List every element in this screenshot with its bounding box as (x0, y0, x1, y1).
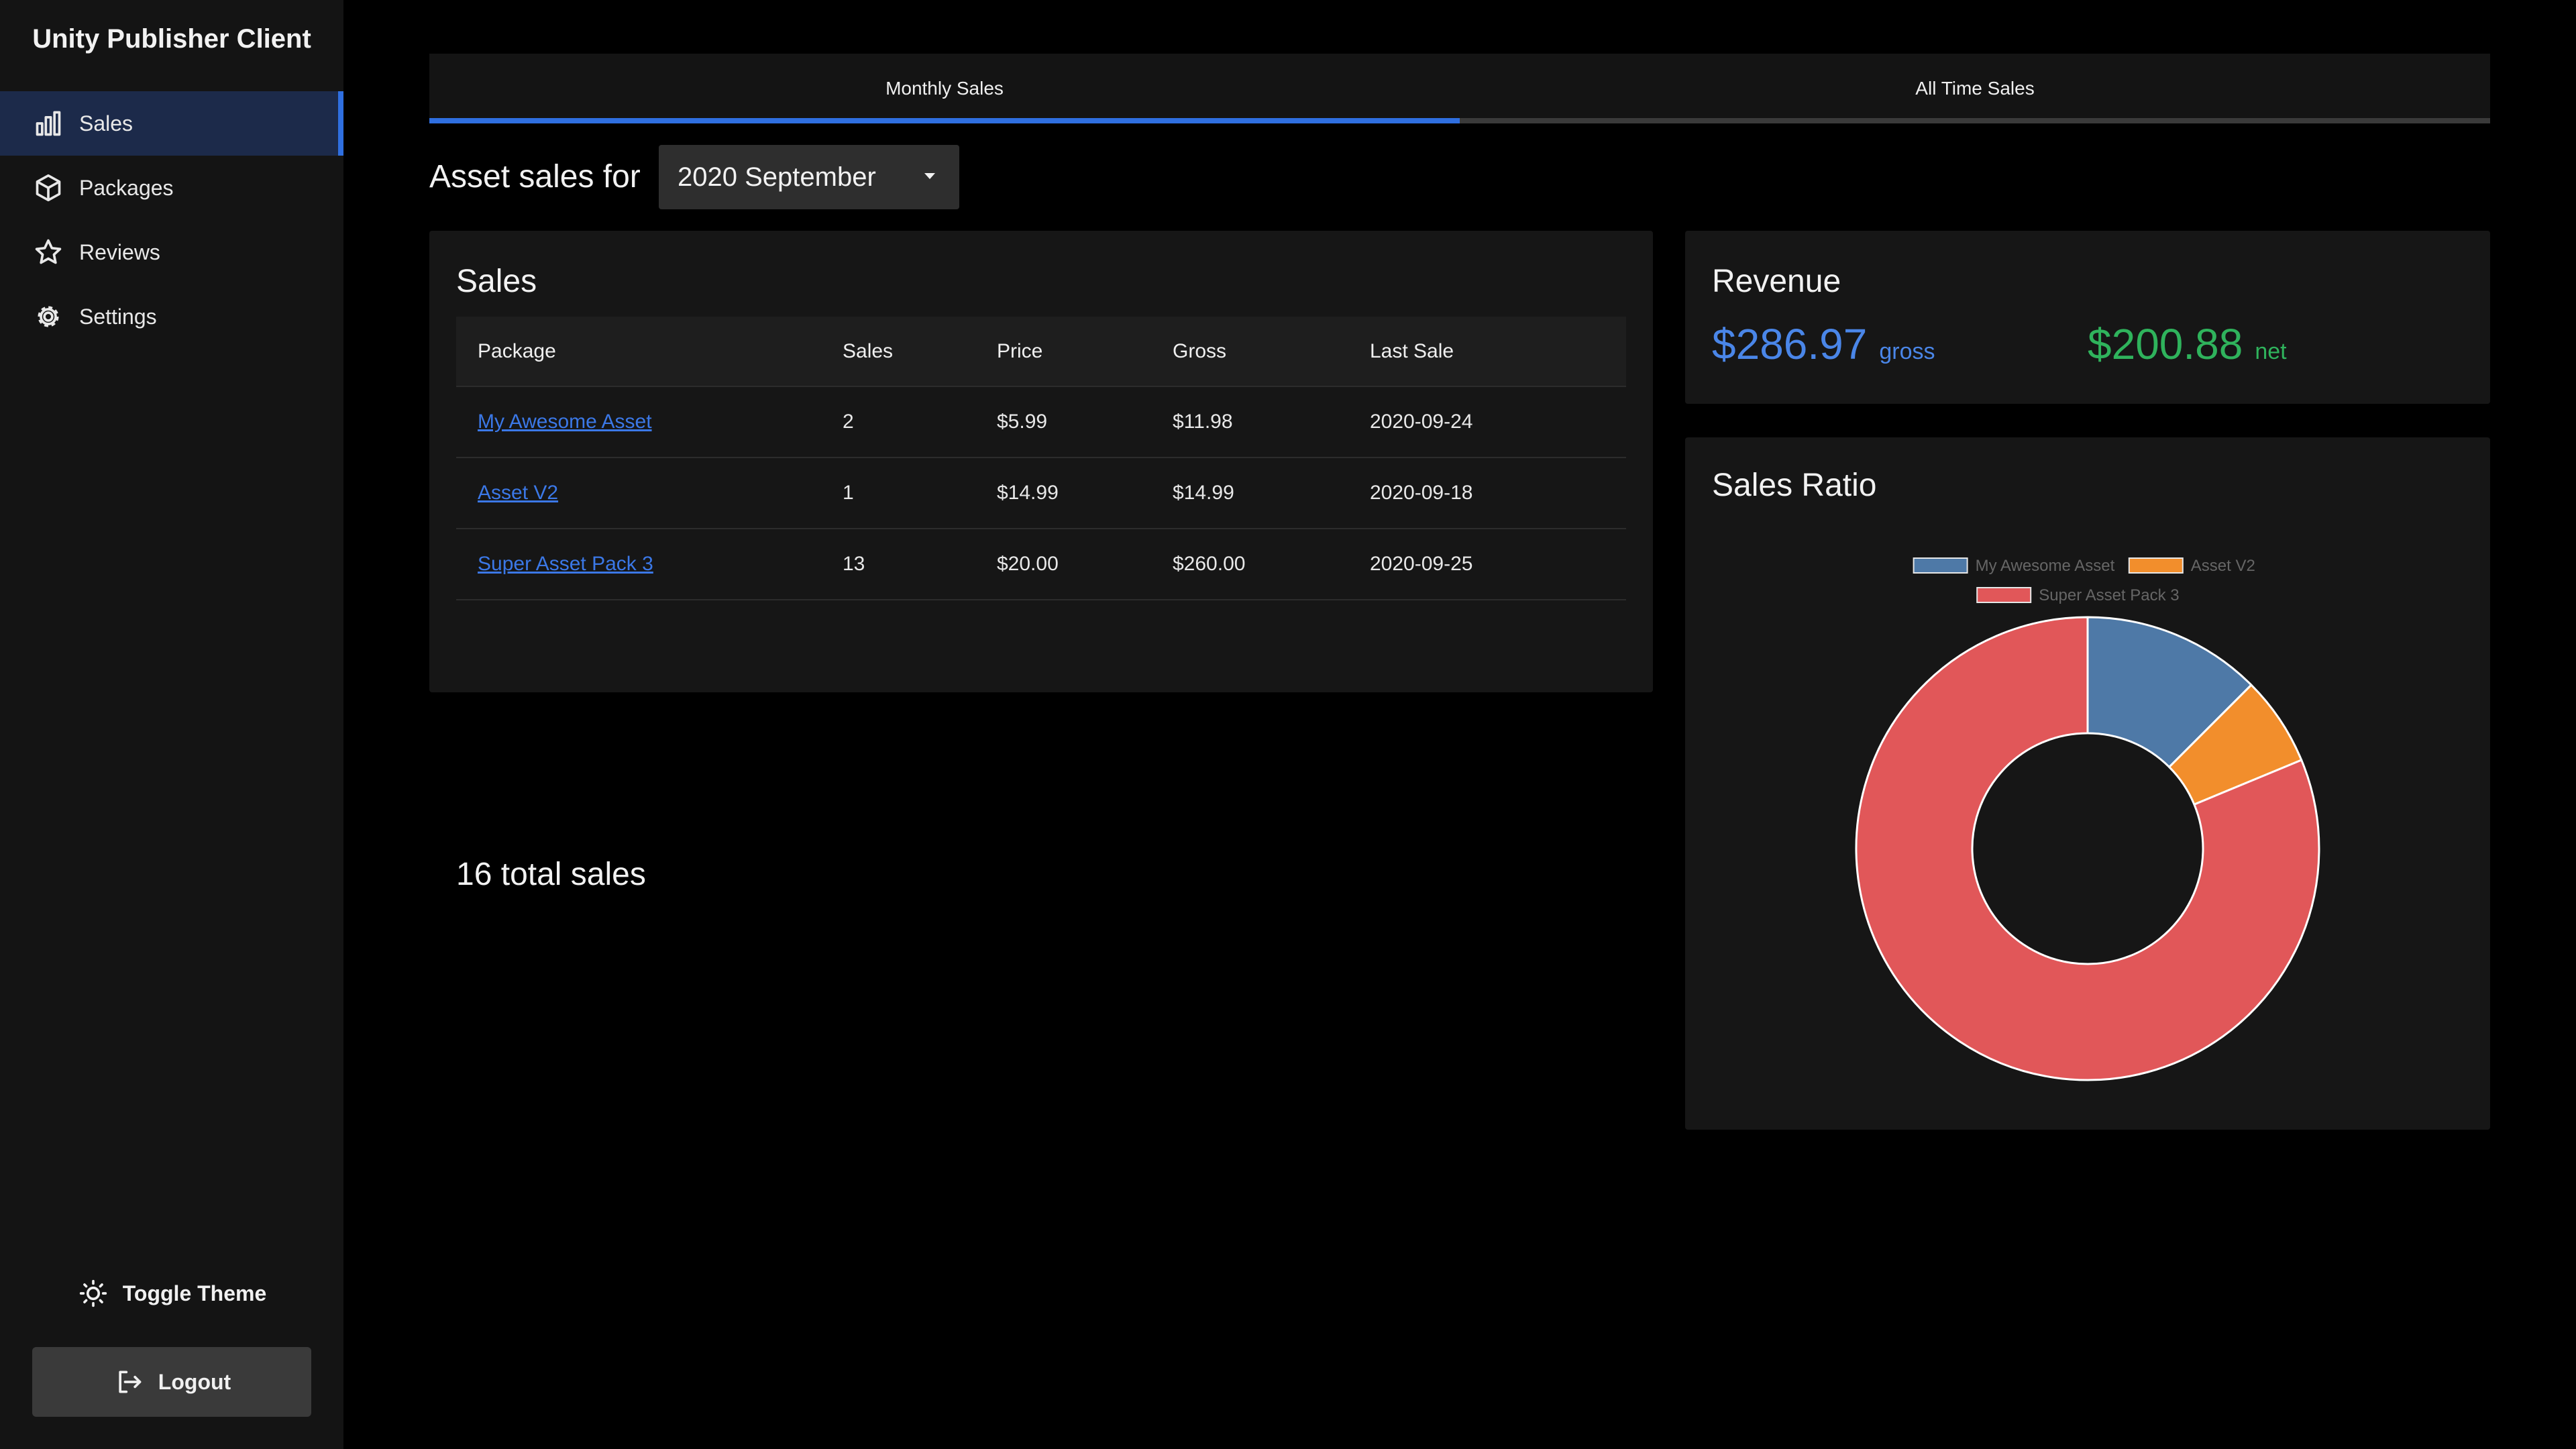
package-link[interactable]: My Awesome Asset (478, 411, 652, 433)
period-select[interactable]: 2020 September (659, 145, 959, 209)
period-select-value: 2020 September (678, 162, 876, 192)
gross-label: gross (1879, 339, 1935, 364)
last-sale-cell: 2020-09-24 (1370, 386, 1626, 458)
sidebar-item-reviews[interactable]: Reviews (0, 220, 343, 284)
toggle-theme-button[interactable]: Toggle Theme (0, 1272, 343, 1315)
bar-chart-icon (32, 107, 64, 140)
package-icon (32, 172, 64, 204)
package-link[interactable]: Asset V2 (478, 482, 558, 504)
sales-count-cell: 1 (843, 458, 997, 529)
gross-cell: $260.00 (1173, 529, 1370, 600)
sidebar-item-settings[interactable]: Settings (0, 284, 343, 349)
tab-track (429, 118, 2490, 123)
gross-cell: $11.98 (1173, 386, 1370, 458)
page-title: Asset sales for (429, 159, 641, 195)
package-link[interactable]: Super Asset Pack 3 (478, 553, 653, 575)
legend-swatch (1976, 587, 2032, 603)
net-value: $200.88 (2088, 320, 2243, 368)
gross-cell: $14.99 (1173, 458, 1370, 529)
sales-ratio-chart: My Awesome Asset Asset V2 Super Asset Pack… (1855, 557, 2320, 1081)
sidebar-item-packages[interactable]: Packages (0, 156, 343, 220)
logout-icon (113, 1366, 145, 1398)
sidebar-nav: Sales Packages Reviews Settings (0, 91, 343, 349)
sidebar-item-sales[interactable]: Sales (0, 91, 343, 156)
column-header-price: Price (997, 317, 1173, 387)
table-row: Asset V2 1 $14.99 $14.99 2020-09-18 (456, 458, 1626, 529)
tab-monthly-sales[interactable]: Monthly Sales (429, 54, 1460, 123)
price-cell: $14.99 (997, 458, 1173, 529)
legend-swatch (2128, 557, 2184, 574)
legend-label: Asset V2 (2191, 557, 2255, 575)
logout-label: Logout (158, 1369, 231, 1394)
revenue-card-title: Revenue (1712, 264, 1841, 299)
net-label: net (2255, 339, 2287, 364)
tab-active-indicator (429, 118, 1460, 123)
sidebar-item-label: Settings (79, 304, 157, 329)
sales-tabs: Monthly Sales All Time Sales (429, 54, 2490, 123)
table-header-row: Package Sales Price Gross Last Sale (456, 317, 1626, 387)
column-header-last-sale: Last Sale (1370, 317, 1626, 387)
sidebar-item-label: Reviews (79, 239, 160, 264)
legend-label: My Awesome Asset (1976, 557, 2115, 575)
column-header-gross: Gross (1173, 317, 1370, 387)
sales-count-cell: 13 (843, 529, 997, 600)
sales-card-title: Sales (456, 264, 537, 299)
net-revenue: $200.88 net (2088, 319, 2287, 369)
toggle-theme-label: Toggle Theme (122, 1281, 267, 1305)
sidebar: Unity Publisher Client Sales Packages Re… (0, 0, 343, 1449)
price-cell: $20.00 (997, 529, 1173, 600)
chevron-down-icon (924, 173, 935, 179)
table-row: My Awesome Asset 2 $5.99 $11.98 2020-09-… (456, 386, 1626, 458)
sales-count-cell: 2 (843, 386, 997, 458)
gear-icon (32, 301, 64, 333)
logout-button[interactable]: Logout (32, 1347, 311, 1417)
star-icon (32, 236, 64, 268)
sidebar-item-label: Packages (79, 175, 174, 200)
revenue-card: Revenue $286.97 gross $200.88 net (1685, 231, 2490, 404)
legend-label: Super Asset Pack 3 (2039, 586, 2179, 604)
column-header-sales: Sales (843, 317, 997, 387)
app-title: Unity Publisher Client (32, 24, 311, 54)
last-sale-cell: 2020-09-18 (1370, 458, 1626, 529)
gross-value: $286.97 (1712, 320, 1868, 368)
sales-card: Sales Package Sales Price Gross Last Sal… (429, 231, 1653, 892)
sun-icon (77, 1277, 109, 1309)
gross-revenue: $286.97 gross (1712, 319, 1935, 369)
last-sale-cell: 2020-09-25 (1370, 529, 1626, 600)
legend-swatch (1913, 557, 1968, 574)
column-header-package: Package (456, 317, 843, 387)
price-cell: $5.99 (997, 386, 1173, 458)
table-row: Super Asset Pack 3 13 $20.00 $260.00 202… (456, 529, 1626, 600)
sidebar-item-label: Sales (79, 111, 133, 136)
tab-all-time-sales[interactable]: All Time Sales (1460, 54, 2490, 123)
sales-table: Package Sales Price Gross Last Sale My A… (456, 317, 1626, 600)
total-sales: 16 total sales (456, 857, 646, 892)
sales-ratio-card: Sales Ratio My Awesome Asset Asset V2 Supe… (1685, 437, 2490, 1130)
